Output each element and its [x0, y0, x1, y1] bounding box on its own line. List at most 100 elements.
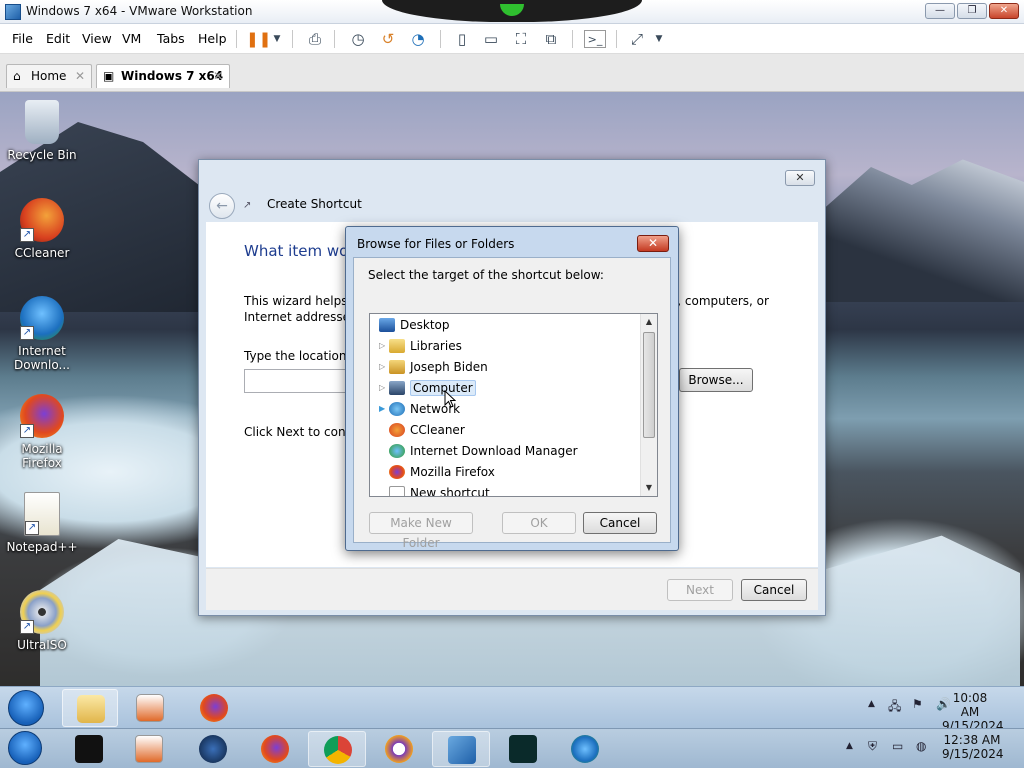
- snapshot-manager-icon[interactable]: ◔: [409, 30, 427, 48]
- tree-item-joseph-biden[interactable]: ▷ Joseph Biden: [379, 357, 488, 377]
- wizard-heading: What item wou: [244, 242, 358, 260]
- toolbar-separator: [334, 30, 335, 48]
- ok-button[interactable]: OK: [502, 512, 576, 534]
- revert-snapshot-icon[interactable]: ↺: [379, 30, 397, 48]
- host-taskbar-idm[interactable]: [556, 731, 614, 767]
- make-new-folder-button[interactable]: Make New Folder: [369, 512, 473, 550]
- stretch-icon[interactable]: ⤢: [628, 30, 646, 48]
- host-start-button[interactable]: [8, 731, 42, 765]
- menu-help[interactable]: Help: [198, 31, 227, 46]
- ccleaner-shortcut-icon: [389, 423, 405, 437]
- wizard-description-right: s, computers, or: [671, 294, 769, 308]
- next-button[interactable]: Next: [667, 579, 733, 601]
- full-screen-icon[interactable]: ⛶: [512, 30, 530, 48]
- pause-icon[interactable]: ❚❚: [246, 30, 271, 48]
- desktop-icon-ccleaner[interactable]: ↗ CCleaner: [2, 198, 82, 260]
- tree-item-computer[interactable]: ▷ Computer: [379, 378, 476, 398]
- host-taskbar-vmware[interactable]: [432, 731, 490, 767]
- tree-scrollbar[interactable]: ▲ ▼: [640, 314, 657, 496]
- close-tab-icon[interactable]: ✕: [75, 65, 85, 87]
- console-view-icon[interactable]: >_: [584, 30, 606, 48]
- close-window-button[interactable]: ✕: [989, 3, 1019, 19]
- start-button[interactable]: [8, 690, 44, 726]
- chevron-down-icon[interactable]: ▼: [268, 30, 286, 48]
- host-taskbar-media-player[interactable]: [120, 731, 178, 767]
- network-tray-icon[interactable]: 🖧: [888, 697, 901, 718]
- computer-icon: [389, 381, 405, 395]
- menu-view[interactable]: View: [82, 31, 112, 46]
- vmware-icon: [448, 736, 476, 764]
- tab-windows-7-x64[interactable]: ▣ Windows 7 x64 ✕: [96, 64, 230, 88]
- close-tab-icon[interactable]: ✕: [213, 65, 223, 87]
- host-network-icon[interactable]: ◍: [916, 739, 926, 753]
- desktop-icon-recycle-bin[interactable]: Recycle Bin: [2, 100, 82, 162]
- desktop-icon-label: Notepad++: [6, 540, 78, 554]
- taskbar-explorer[interactable]: [62, 689, 118, 727]
- expand-arrow-icon[interactable]: ▶: [379, 399, 387, 419]
- security-shield-icon[interactable]: ⛨: [868, 739, 877, 754]
- browse-dialog-close-button[interactable]: ✕: [637, 235, 669, 252]
- menu-file[interactable]: File: [12, 31, 33, 46]
- taskbar-media-player[interactable]: [122, 689, 178, 727]
- desktop-icon-mozilla-firefox[interactable]: ↗ Mozilla Firefox: [2, 394, 82, 470]
- scroll-down-icon[interactable]: ▼: [641, 480, 657, 496]
- tree-item-internet-download-manager[interactable]: Internet Download Manager: [389, 441, 578, 461]
- snapshot-icon[interactable]: ◷: [349, 30, 367, 48]
- show-hidden-icons-icon[interactable]: ▲: [868, 699, 875, 709]
- toolbar-separator: [616, 30, 617, 48]
- firefox-icon: [261, 735, 289, 763]
- restore-button[interactable]: ❐: [957, 3, 987, 19]
- tree-item-ccleaner[interactable]: CCleaner: [389, 420, 465, 440]
- toolbar-separator: [440, 30, 441, 48]
- tree-item-label: CCleaner: [410, 423, 465, 437]
- host-taskbar-app[interactable]: [494, 731, 552, 767]
- thumbnail-bar-icon[interactable]: ▭: [482, 30, 500, 48]
- browse-cancel-button[interactable]: Cancel: [583, 512, 657, 534]
- display-icon[interactable]: ▭: [892, 739, 903, 753]
- next-hint: Click Next to contin: [244, 425, 362, 439]
- sidebar-toggle-icon[interactable]: ▯: [453, 30, 471, 48]
- shortcut-arrow-icon: ↗: [20, 228, 34, 242]
- folder-tree[interactable]: Desktop ▷ Libraries ▷ Joseph Biden ▷ Comput…: [369, 313, 658, 497]
- expand-arrow-icon[interactable]: ▷: [379, 378, 387, 398]
- tree-item-new-shortcut[interactable]: New shortcut: [389, 483, 490, 496]
- host-taskbar-firefox[interactable]: [246, 731, 304, 767]
- browse-dialog: Browse for Files or Folders ✕ Select the…: [345, 226, 679, 551]
- host-clock[interactable]: 12:38 AM 9/15/2024: [942, 733, 1004, 761]
- desktop-icon-notepad-plus-plus[interactable]: ↗ Notepad++: [2, 492, 82, 554]
- tab-label: Windows 7 x64: [121, 69, 224, 83]
- menu-tabs[interactable]: Tabs: [157, 31, 185, 46]
- tab-home[interactable]: ⌂ Home ✕: [6, 64, 92, 88]
- expand-arrow-icon[interactable]: ▷: [379, 336, 387, 356]
- desktop-icon-ultraiso[interactable]: ↗ UltraISO: [2, 590, 82, 652]
- guest-clock[interactable]: 10:08 AM 9/15/2024: [942, 691, 1004, 733]
- taskbar-firefox[interactable]: [186, 689, 242, 727]
- back-button[interactable]: ←: [209, 193, 235, 219]
- action-center-icon[interactable]: ⚑: [912, 697, 923, 711]
- wizard-close-button[interactable]: ✕: [785, 170, 815, 186]
- globe-app-icon: [199, 735, 227, 763]
- minimize-button[interactable]: —: [925, 3, 955, 19]
- send-ctrl-alt-del-icon[interactable]: ⎙: [306, 30, 324, 48]
- expand-arrow-icon[interactable]: ▷: [379, 357, 387, 377]
- libraries-icon: [389, 339, 405, 353]
- tree-item-libraries[interactable]: ▷ Libraries: [379, 336, 462, 356]
- guest-taskbar: ▲ 🖧 ⚑ 🔊 10:08 AM 9/15/2024: [0, 686, 1024, 733]
- host-taskbar-chrome[interactable]: [308, 731, 366, 767]
- host-taskbar-app[interactable]: [370, 731, 428, 767]
- unity-icon[interactable]: ⧉: [542, 30, 560, 48]
- tree-item-desktop[interactable]: Desktop: [379, 315, 450, 335]
- desktop-icon-internet-download-manager[interactable]: ↗ Internet Downlo...: [2, 296, 82, 372]
- scroll-up-icon[interactable]: ▲: [641, 314, 657, 330]
- menu-vm[interactable]: VM: [122, 31, 141, 46]
- scroll-thumb[interactable]: [643, 332, 655, 438]
- host-taskbar-app[interactable]: [184, 731, 242, 767]
- host-show-hidden-icons-icon[interactable]: ▲: [846, 741, 853, 751]
- chevron-down-icon[interactable]: ▼: [650, 30, 668, 48]
- browse-button[interactable]: Browse...: [679, 368, 753, 392]
- host-taskbar-app[interactable]: [60, 731, 118, 767]
- tree-item-label: Joseph Biden: [410, 360, 488, 374]
- tree-item-mozilla-firefox[interactable]: Mozilla Firefox: [389, 462, 495, 482]
- wizard-cancel-button[interactable]: Cancel: [741, 579, 807, 601]
- menu-edit[interactable]: Edit: [46, 31, 70, 46]
